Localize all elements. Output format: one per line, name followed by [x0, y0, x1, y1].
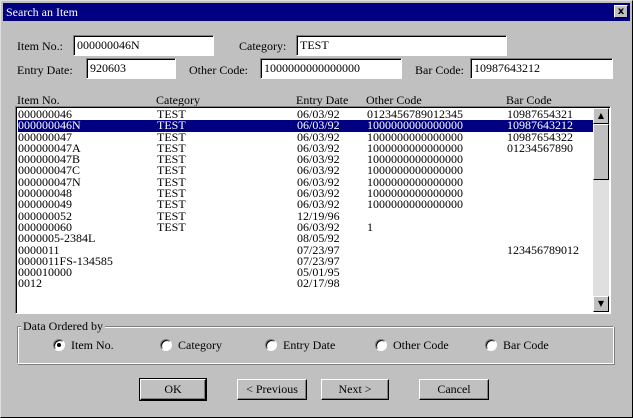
- cell-other-code: 1: [367, 219, 373, 234]
- scroll-down-button[interactable]: ▼: [593, 296, 609, 312]
- title-bar: Search an Item x: [3, 3, 630, 21]
- cell-bar-code: 123456789012: [507, 242, 579, 257]
- other-code-label: Other Code:: [189, 63, 248, 77]
- item-no-label: Item No.:: [17, 39, 63, 53]
- category-field[interactable]: TEST: [296, 35, 507, 56]
- bar-code-label: Bar Code:: [415, 63, 464, 77]
- entry-date-field[interactable]: 920603: [86, 58, 176, 79]
- ok-button[interactable]: OK: [139, 378, 207, 401]
- search-item-dialog: Search an Item x Item No.: 000000046N Ca…: [0, 0, 633, 418]
- cell-bar-code: 01234567890: [507, 140, 573, 155]
- radio-dot[interactable]: [265, 339, 277, 351]
- close-button[interactable]: x: [614, 5, 628, 18]
- cell-item-no: 0012: [18, 276, 42, 291]
- next-button[interactable]: Next >: [321, 379, 389, 400]
- radio-label: Category: [178, 338, 222, 352]
- entry-date-label: Entry Date:: [17, 63, 73, 77]
- cell-category: TEST: [157, 219, 186, 234]
- bar-code-field[interactable]: 10987643212: [470, 58, 613, 79]
- category-label: Category:: [239, 39, 287, 53]
- item-list-rows: 000000046 TEST 06/03/92 0123456789012345 109…: [18, 108, 595, 291]
- previous-button[interactable]: < Previous: [237, 379, 307, 400]
- item-list[interactable]: 000000046 TEST 06/03/92 0123456789012345 109…: [15, 106, 611, 314]
- item-no-field[interactable]: 000000046N: [73, 35, 214, 56]
- radio-dot[interactable]: [375, 339, 387, 351]
- radio-label: Entry Date: [283, 338, 336, 352]
- cell-entry-date: 02/17/98: [297, 276, 340, 291]
- scroll-up-button[interactable]: ▲: [593, 108, 609, 124]
- list-item[interactable]: 0012 02/17/98: [18, 276, 595, 291]
- other-code-field[interactable]: 1000000000000000: [260, 58, 402, 79]
- radio-label: Other Code: [393, 338, 449, 352]
- radio-dot[interactable]: [53, 339, 65, 351]
- vertical-scrollbar[interactable]: ▲ ▼: [593, 108, 609, 312]
- radio-dot[interactable]: [160, 339, 172, 351]
- cell-other-code: 1000000000000000: [367, 197, 463, 212]
- radio-label: Bar Code: [503, 338, 549, 352]
- window-title: Search an Item: [6, 5, 78, 19]
- scroll-thumb[interactable]: [593, 124, 609, 180]
- order-by-group-label: Data Ordered by: [21, 319, 105, 334]
- radio-label: Item No.: [71, 338, 114, 352]
- radio-dot[interactable]: [485, 339, 497, 351]
- cancel-button[interactable]: Cancel: [419, 379, 489, 400]
